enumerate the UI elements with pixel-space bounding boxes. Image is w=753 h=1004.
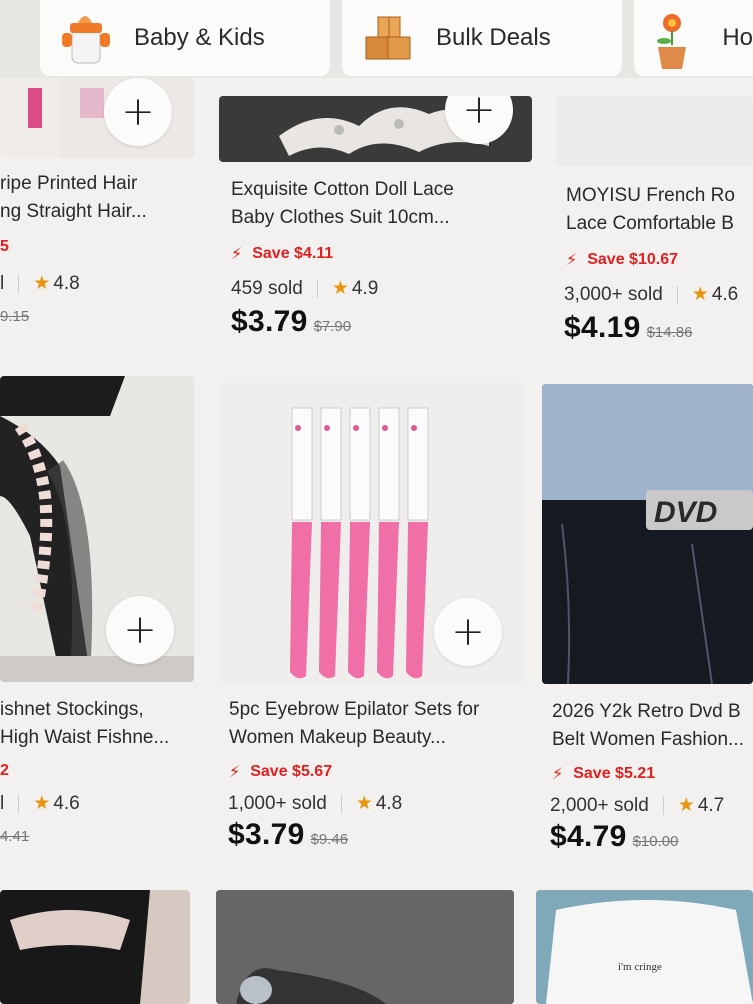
sold-count: 2,000+ sold (550, 794, 649, 816)
sold-count: 459 sold (231, 277, 303, 299)
star-icon: ★ (677, 795, 695, 816)
star-icon: ★ (33, 273, 51, 294)
category-label: Bulk Deals (436, 24, 551, 51)
save-badge: ⚡ Save $5.67 (229, 763, 333, 781)
price-row: $3.79 $9.46 (228, 818, 348, 852)
lightning-icon: ⚡ (566, 252, 578, 269)
product-image[interactable]: + (0, 376, 194, 682)
save-badge: 2 (0, 762, 9, 779)
product-stats: 459 sold ★ 4.9 (231, 277, 378, 300)
product-stats: 2,000+ sold ★ 4.7 (550, 794, 724, 817)
lightning-icon: ⚡ (231, 246, 243, 263)
divider (662, 796, 664, 815)
sippy-cup-icon (58, 11, 112, 65)
sold-count: 1,000+ sold (228, 792, 327, 814)
product-title: Women Makeup Beauty... (229, 727, 446, 748)
product-stats: l ★ 4.8 (0, 272, 80, 295)
belt-buckle-text: DVD (654, 496, 717, 529)
product-image[interactable]: + (0, 78, 195, 158)
product-title: Exquisite Cotton Doll Lace (231, 179, 454, 200)
rating: 4.8 (375, 792, 403, 814)
save-badge: 5 (0, 238, 9, 255)
product-image[interactable] (216, 890, 514, 1004)
category-bulk-deals[interactable]: Bulk Deals (342, 0, 622, 76)
save-badge: ⚡ Save $4.11 (231, 245, 334, 263)
category-bar: Baby & Kids Bulk Deals Ho (0, 0, 753, 78)
category-label: Ho (722, 24, 753, 51)
star-icon: ★ (355, 793, 373, 814)
product-title: 5pc Eyebrow Epilator Sets for (229, 699, 480, 720)
current-price: $4.79 (550, 820, 627, 853)
sold-count: l (0, 792, 5, 814)
product-image[interactable] (0, 890, 190, 1004)
product-image[interactable]: DVD (542, 384, 753, 684)
product-title: MOYISU French Ro (566, 185, 735, 206)
product-image[interactable]: + (218, 382, 524, 684)
add-to-cart-button[interactable]: + (104, 78, 172, 146)
flower-pot-icon (650, 11, 702, 69)
lightning-icon: ⚡ (552, 766, 564, 783)
divider (340, 794, 342, 813)
original-price: $10.00 (632, 833, 679, 850)
category-home[interactable]: Ho (634, 0, 753, 76)
product-title: Belt Women Fashion... (552, 729, 744, 750)
original-price: $14.86 (646, 324, 693, 341)
product-title: High Waist Fishne... (0, 727, 170, 748)
product-title: ishnet Stockings, (0, 699, 144, 720)
product-title: Lace Comfortable B (566, 213, 734, 234)
shirt-print-text: i'm cringe (618, 961, 662, 973)
product-image[interactable]: i'm cringe (536, 890, 753, 1004)
original-price: 9.15 (0, 308, 30, 325)
save-badge: ⚡ Save $10.67 (566, 251, 678, 269)
price-row: $3.79 $7.90 (231, 305, 351, 339)
star-icon: ★ (33, 793, 51, 814)
product-image[interactable] (556, 96, 753, 166)
current-price: $3.79 (231, 305, 308, 338)
save-badge: ⚡ Save $5.21 (552, 765, 656, 783)
rating: 4.9 (351, 277, 379, 299)
original-price: $7.90 (313, 318, 352, 335)
product-title: ng Straight Hair... (0, 201, 147, 222)
lightning-icon: ⚡ (229, 764, 241, 781)
divider (676, 285, 678, 304)
rating: 4.7 (697, 794, 725, 816)
add-to-cart-button[interactable]: + (106, 596, 174, 664)
divider (18, 274, 20, 293)
rating: 4.8 (53, 272, 80, 294)
category-baby-kids[interactable]: Baby & Kids (40, 0, 330, 76)
product-image[interactable]: + (219, 96, 532, 162)
price-row: 4.41 (0, 828, 29, 845)
original-price: 4.41 (0, 828, 30, 845)
original-price: $9.46 (310, 831, 349, 848)
sold-count: 3,000+ sold (564, 283, 663, 305)
product-title: ripe Printed Hair (0, 173, 138, 194)
add-to-cart-button[interactable]: + (434, 598, 502, 666)
rating: 4.6 (53, 792, 80, 814)
product-stats: l ★ 4.6 (0, 792, 80, 815)
star-icon: ★ (691, 284, 709, 305)
star-icon: ★ (331, 278, 349, 299)
sold-count: l (0, 272, 5, 294)
category-label: Baby & Kids (134, 24, 265, 51)
divider (316, 279, 318, 298)
divider (18, 794, 20, 813)
product-title: 2026 Y2k Retro Dvd B (552, 701, 741, 722)
product-stats: 1,000+ sold ★ 4.8 (228, 792, 402, 815)
price-row: 9.15 (0, 308, 29, 325)
current-price: $3.79 (228, 818, 305, 851)
boxes-icon (360, 11, 414, 65)
product-title: Baby Clothes Suit 10cm... (231, 207, 450, 228)
current-price: $4.19 (564, 311, 641, 344)
rating: 4.6 (711, 283, 739, 305)
price-row: $4.19 $14.86 (564, 311, 692, 345)
price-row: $4.79 $10.00 (550, 820, 678, 854)
product-stats: 3,000+ sold ★ 4.6 (564, 283, 738, 306)
